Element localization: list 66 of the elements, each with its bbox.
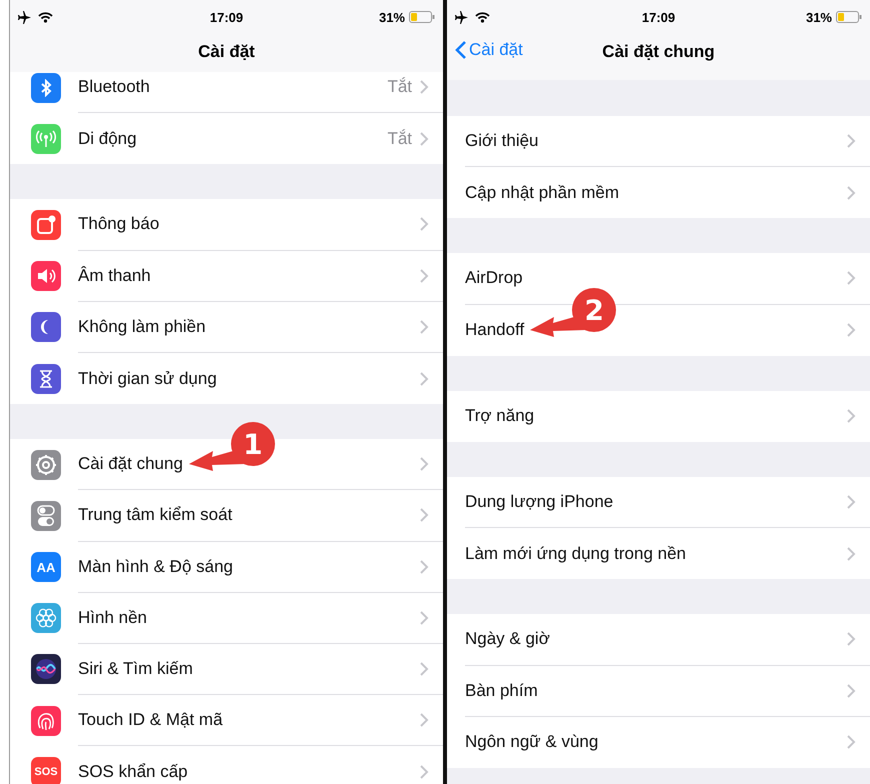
chevron-icon <box>420 132 429 146</box>
row-label: Trợ năng <box>465 406 534 426</box>
nav-title: Cài đặt chung <box>602 42 715 62</box>
row-label: Âm thanh <box>78 266 151 286</box>
row-label: Touch ID & Mật mã <box>78 710 223 730</box>
battery-percent: 31% <box>378 10 405 24</box>
row-value: Tắt <box>387 128 412 149</box>
battery-icon <box>836 11 862 23</box>
battery-percent: 31% <box>806 10 832 24</box>
row-label: Trung tâm kiểm soát <box>78 505 232 526</box>
back-chevron-icon <box>455 40 467 60</box>
row-label: Ngày & giờ <box>465 629 550 650</box>
row-label: Hình nền <box>78 608 147 628</box>
back-button[interactable]: Cài đặt <box>453 38 525 62</box>
row-label: Thông báo <box>78 214 160 234</box>
row-label: Cài đặt chung <box>78 454 183 474</box>
chevron-icon <box>847 134 856 148</box>
chevron-icon <box>420 217 429 232</box>
row-label: Thời gian sử dụng <box>78 368 217 389</box>
row-label: Bluetooth <box>78 77 150 98</box>
row-label: Dung lượng iPhone <box>465 492 614 512</box>
row-label: Di động <box>78 128 137 149</box>
airplane-icon <box>455 10 469 24</box>
sos-icon: SOS <box>31 756 61 784</box>
step-badge: 2 <box>572 288 616 332</box>
row-label: Cập nhật phần mềm <box>465 182 620 203</box>
battery-icon <box>409 11 435 23</box>
chevron-icon <box>847 323 856 338</box>
airplane-icon <box>18 10 32 24</box>
wifi-icon <box>475 12 490 22</box>
row-label: Handoff <box>465 320 524 340</box>
chevron-icon <box>420 560 429 574</box>
chevron-icon <box>847 495 856 510</box>
chevron-icon <box>847 186 856 200</box>
row-label: Màn hình & Độ sáng <box>78 556 233 577</box>
row-label: Không làm phiền <box>78 316 206 337</box>
row-value: Tắt <box>387 77 412 98</box>
wifi-icon <box>38 12 53 22</box>
status-time: 17:09 <box>642 10 676 24</box>
chevron-icon <box>420 268 429 283</box>
row-label: Bàn phím <box>465 680 538 701</box>
row-label: Giới thiệu <box>465 131 539 152</box>
chevron-icon <box>847 632 856 646</box>
chevron-icon <box>420 764 429 779</box>
step-badge: 1 <box>230 422 275 466</box>
row-label: Ngôn ngữ & vùng <box>465 732 598 752</box>
chevron-icon <box>847 546 856 561</box>
chevron-icon <box>420 610 429 625</box>
row-label: AirDrop <box>465 268 523 288</box>
chevron-icon <box>847 735 856 750</box>
chevron-icon <box>420 80 429 94</box>
nav-title: Cài đặt <box>198 42 255 62</box>
row-label: Làm mới ứng dụng trong nền <box>465 544 686 564</box>
chevron-icon <box>420 713 429 728</box>
chevron-icon <box>420 320 429 334</box>
row-label: SOS khẩn cấp <box>78 762 188 782</box>
chevron-icon <box>847 409 856 424</box>
chevron-icon <box>420 457 429 472</box>
row-label: Siri & Tìm kiếm <box>78 658 193 679</box>
chevron-icon <box>847 271 856 286</box>
chevron-icon <box>847 684 856 698</box>
textsize-icon: AA <box>31 552 61 582</box>
chevron-icon <box>420 372 429 386</box>
chevron-icon <box>420 662 429 676</box>
chevron-icon <box>420 508 429 522</box>
status-time: 17:09 <box>210 10 244 24</box>
